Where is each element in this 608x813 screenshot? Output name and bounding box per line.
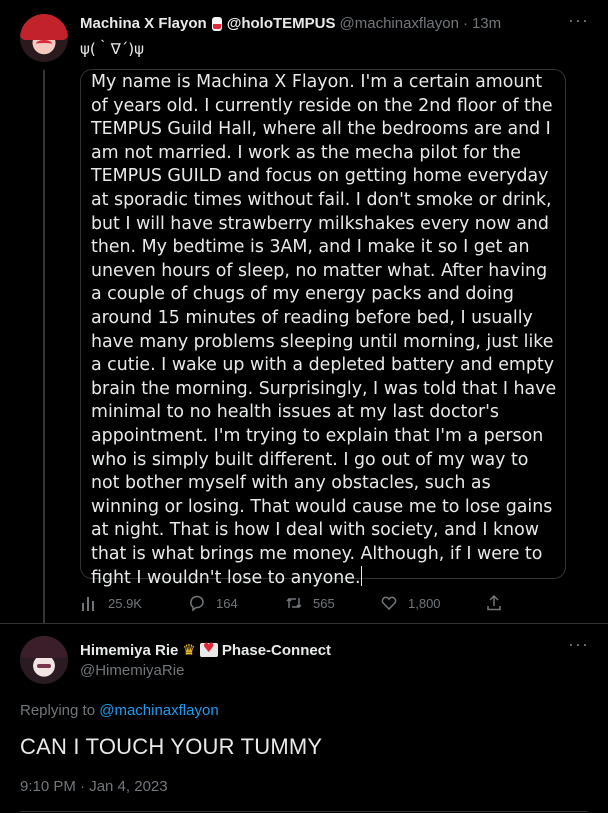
replying-handle-link[interactable]: @machinaxflayon bbox=[99, 702, 218, 719]
replying-prefix: Replying to bbox=[20, 702, 96, 719]
like-button[interactable]: 1,800 bbox=[380, 594, 441, 612]
retweet-button[interactable]: 565 bbox=[285, 594, 335, 612]
author-affiliation[interactable]: @holoTEMPUS bbox=[227, 15, 336, 32]
more-options-icon[interactable]: ··· bbox=[568, 634, 589, 655]
reply-count: 164 bbox=[216, 595, 238, 611]
reply-timestamp[interactable]: 9:10 PM · Jan 4, 2023 bbox=[20, 778, 168, 795]
author-handle[interactable]: @machinaxflayon bbox=[340, 15, 459, 32]
reply-author-handle[interactable]: @HimemiyaRie bbox=[80, 662, 184, 679]
kaomoji-text: ψ(｀∇´)ψ bbox=[80, 40, 145, 58]
heart-letter-icon bbox=[199, 641, 218, 657]
views-button[interactable]: 25.9K bbox=[80, 594, 142, 612]
retweet-count: 565 bbox=[313, 595, 335, 611]
tweet-actions: 25.9K 164 565 1,800 bbox=[80, 594, 510, 614]
tweet-header: Machina X Flayon @holoTEMPUS @machinaxfl… bbox=[80, 15, 568, 32]
separator-dot: · bbox=[462, 15, 468, 32]
reply-author-row: Himemiya Rie ♛ Phase-Connect bbox=[80, 641, 331, 659]
reply-author-name[interactable]: Himemiya Rie bbox=[80, 642, 178, 659]
bar-chart-icon bbox=[82, 597, 94, 611]
crown-icon: ♛ bbox=[182, 641, 196, 659]
reply-author-affiliation[interactable]: Phase-Connect bbox=[222, 642, 331, 659]
like-count: 1,800 bbox=[408, 595, 441, 611]
reply-bubble-icon bbox=[190, 595, 204, 612]
divider bbox=[20, 811, 588, 812]
pill-icon bbox=[211, 16, 222, 31]
thread-connector-line bbox=[43, 70, 45, 623]
retweet-icon bbox=[286, 597, 302, 609]
divider bbox=[0, 623, 608, 624]
heart-icon bbox=[381, 596, 397, 611]
tweet-text-box: My name is Machina X Flayon. I'm a certa… bbox=[80, 69, 566, 588]
share-icon bbox=[487, 594, 501, 611]
avatar[interactable] bbox=[20, 636, 68, 684]
tweet-body: My name is Machina X Flayon. I'm a certa… bbox=[91, 72, 557, 589]
tweet-body-text: My name is Machina X Flayon. I'm a certa… bbox=[91, 70, 561, 591]
avatar[interactable] bbox=[20, 14, 68, 62]
text-caret bbox=[360, 566, 362, 587]
views-count: 25.9K bbox=[108, 595, 142, 611]
more-options-icon[interactable]: ··· bbox=[568, 10, 589, 31]
replying-to: Replying to @machinaxflayon bbox=[20, 702, 219, 719]
reply-button[interactable]: 164 bbox=[188, 594, 238, 612]
share-button[interactable] bbox=[485, 594, 503, 612]
time-ago[interactable]: 13m bbox=[472, 15, 501, 32]
author-name[interactable]: Machina X Flayon bbox=[80, 15, 207, 32]
reply-text: CAN I TOUCH YOUR TUMMY bbox=[20, 734, 323, 759]
